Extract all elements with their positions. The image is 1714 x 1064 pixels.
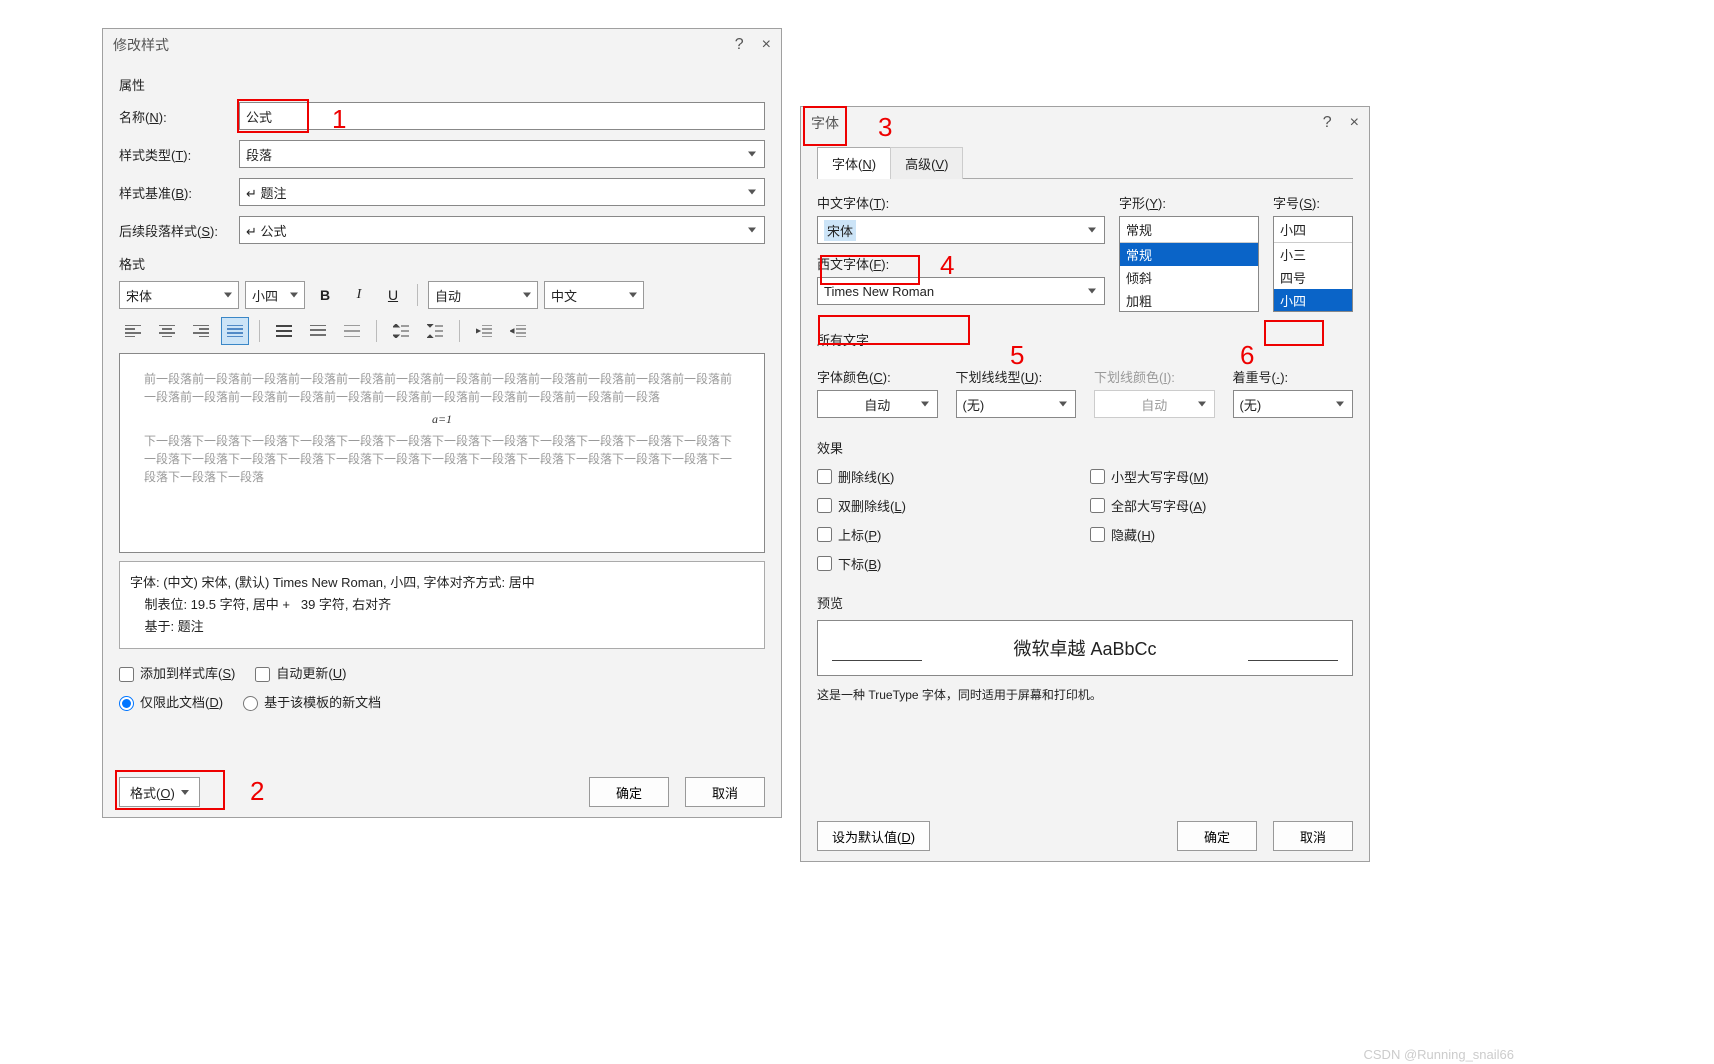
para-space-inc-icon[interactable] xyxy=(387,317,415,345)
format-toolbar-2 xyxy=(119,317,765,345)
font-style-listbox[interactable]: 常规 常规 倾斜 加粗 xyxy=(1119,216,1259,312)
list-item[interactable]: 倾斜 xyxy=(1120,266,1258,289)
font-size-combo[interactable]: 小四 xyxy=(245,281,305,309)
align-left-icon[interactable] xyxy=(119,317,147,345)
dstrike-check[interactable]: 双删除线(L) xyxy=(817,496,1080,515)
name-label: 名称(N): xyxy=(119,107,239,126)
close-icon[interactable]: × xyxy=(762,36,771,54)
indent-inc-icon[interactable] xyxy=(470,317,498,345)
cn-font-select[interactable]: 宋体 xyxy=(817,216,1105,244)
close-icon[interactable]: × xyxy=(1350,114,1359,132)
style-base-select[interactable]: ↵ 题注 xyxy=(239,178,765,206)
list-item[interactable]: 常规 xyxy=(1120,243,1258,266)
en-font-label: 西文字体(F): xyxy=(817,254,1105,273)
subscript-check[interactable]: 下标(B) xyxy=(817,554,1080,573)
superscript-check[interactable]: 上标(P) xyxy=(817,525,1080,544)
indent-dec-icon[interactable] xyxy=(504,317,532,345)
language-combo[interactable]: 中文 xyxy=(544,281,644,309)
preview-formula: a=1 xyxy=(144,410,740,428)
line-spacing-1-icon[interactable] xyxy=(270,317,298,345)
style-description: 字体: (中文) 宋体, (默认) Times New Roman, 小四, 字… xyxy=(119,561,765,649)
italic-button[interactable]: I xyxy=(345,281,373,309)
style-type-select[interactable]: 段落 xyxy=(239,140,765,168)
font-color-combo[interactable]: 自动 xyxy=(428,281,538,309)
smallcaps-check[interactable]: 小型大写字母(M) xyxy=(1090,467,1353,486)
section-effects: 效果 xyxy=(817,438,1353,457)
underline-color-select: 自动 xyxy=(1094,390,1215,418)
preview-before: 前一段落前一段落前一段落前一段落前一段落前一段落前一段落前一段落前一段落前一段落… xyxy=(144,370,740,406)
section-alltext: 所有文字 xyxy=(817,330,1353,349)
list-item[interactable]: 四号 xyxy=(1274,266,1352,289)
underline-style-select[interactable]: (无) xyxy=(956,390,1077,418)
line-spacing-2-icon[interactable] xyxy=(338,317,366,345)
underline-style-label: 下划线线型(U): xyxy=(956,370,1043,385)
help-icon[interactable]: ? xyxy=(1323,114,1332,132)
align-justify-icon[interactable] xyxy=(221,317,249,345)
set-default-button[interactable]: 设为默认值(D) xyxy=(817,821,930,851)
bold-button[interactable]: B xyxy=(311,281,339,309)
help-icon[interactable]: ? xyxy=(735,36,744,54)
line-spacing-1p5-icon[interactable] xyxy=(304,317,332,345)
font-color-select[interactable]: 自动 xyxy=(817,390,938,418)
font-size-listbox[interactable]: 小四 小三 四号 小四 xyxy=(1273,216,1353,312)
list-item[interactable]: 加粗 xyxy=(1120,289,1258,311)
section-format: 格式 xyxy=(119,254,765,273)
strike-check[interactable]: 删除线(K) xyxy=(817,467,1080,486)
en-font-select[interactable]: Times New Roman xyxy=(817,277,1105,305)
doc-only-radio[interactable]: 仅限此文档(D) xyxy=(119,692,223,711)
titlebar: 修改样式 ? × xyxy=(103,29,781,61)
auto-update-check[interactable]: 自动更新(U) xyxy=(255,663,346,682)
template-radio[interactable]: 基于该模板的新文档 xyxy=(243,692,381,711)
titlebar: 字体 ? × xyxy=(801,107,1369,139)
add-to-library-check[interactable]: 添加到样式库(S) xyxy=(119,663,235,682)
font-family-combo[interactable]: 宋体 xyxy=(119,281,239,309)
list-item[interactable]: 小三 xyxy=(1274,243,1352,266)
section-properties: 属性 xyxy=(119,75,765,94)
next-style-select[interactable]: ↵ 公式 xyxy=(239,216,765,244)
cancel-button[interactable]: 取消 xyxy=(1273,821,1353,851)
font-color-label: 字体颜色(C): xyxy=(817,370,891,385)
cancel-button[interactable]: 取消 xyxy=(685,777,765,807)
tabs: 字体(N) 高级(V) xyxy=(817,147,1353,179)
truetype-note: 这是一种 TrueType 字体，同时适用于屏幕和打印机。 xyxy=(817,686,1353,703)
font-dialog: 字体 ? × 字体(N) 高级(V) 中文字体(T): 宋体 西文字体(F): … xyxy=(800,106,1370,862)
ok-button[interactable]: 确定 xyxy=(1177,821,1257,851)
dialog-title: 修改样式 xyxy=(113,35,169,55)
cn-font-label: 中文字体(T): xyxy=(817,193,1105,212)
allcaps-check[interactable]: 全部大写字母(A) xyxy=(1090,496,1353,515)
name-field[interactable]: 公式 xyxy=(239,102,765,130)
format-menu-button[interactable]: 格式(O) xyxy=(119,777,200,807)
ok-button[interactable]: 确定 xyxy=(589,777,669,807)
font-size-label: 字号(S): xyxy=(1273,193,1353,212)
align-center-icon[interactable] xyxy=(153,317,181,345)
watermark: CSDN @Running_snail66 xyxy=(1364,1047,1515,1062)
style-preview: 前一段落前一段落前一段落前一段落前一段落前一段落前一段落前一段落前一段落前一段落… xyxy=(119,353,765,553)
style-type-label: 样式类型(T): xyxy=(119,145,239,164)
hidden-check[interactable]: 隐藏(H) xyxy=(1090,525,1353,544)
preview-after: 下一段落下一段落下一段落下一段落下一段落下一段落下一段落下一段落下一段落下一段落… xyxy=(144,432,740,486)
tab-advanced[interactable]: 高级(V) xyxy=(890,147,963,179)
font-preview: 微软卓越 AaBbCc xyxy=(817,620,1353,676)
tab-font[interactable]: 字体(N) xyxy=(817,147,891,179)
underline-color-label: 下划线颜色(I): xyxy=(1094,370,1175,385)
dialog-title: 字体 xyxy=(811,113,839,133)
underline-button[interactable]: U xyxy=(379,281,407,309)
para-space-dec-icon[interactable] xyxy=(421,317,449,345)
font-style-label: 字形(Y): xyxy=(1119,193,1259,212)
separator xyxy=(417,284,418,306)
align-right-icon[interactable] xyxy=(187,317,215,345)
emphasis-label: 着重号(·): xyxy=(1233,370,1289,385)
style-base-label: 样式基准(B): xyxy=(119,183,239,202)
modify-style-dialog: 修改样式 ? × 属性 名称(N): 公式 样式类型(T): 段落 样式基准(B… xyxy=(102,28,782,818)
next-style-label: 后续段落样式(S): xyxy=(119,221,239,240)
emphasis-select[interactable]: (无) xyxy=(1233,390,1354,418)
section-preview: 预览 xyxy=(817,593,1353,612)
list-item[interactable]: 小四 xyxy=(1274,289,1352,311)
format-toolbar-1: 宋体 小四 B I U 自动 中文 xyxy=(119,281,765,309)
